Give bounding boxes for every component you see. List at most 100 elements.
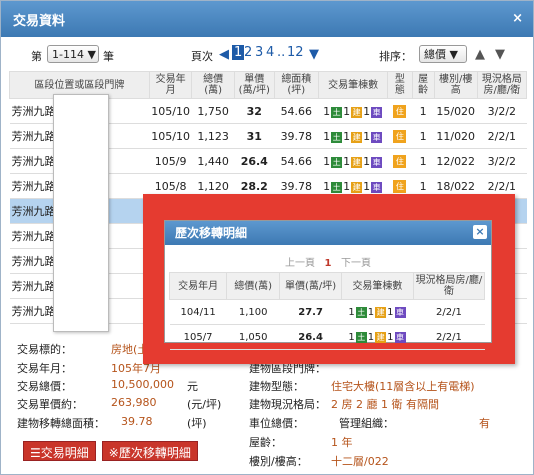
popup-table: 交易年月 總價(萬) 單價(萬/坪) 交易筆棟數 現況格局房/廳/衛 104/1… <box>168 272 486 350</box>
page-link-2[interactable]: 2 <box>244 45 252 60</box>
detail-org-label: 管理組織： <box>339 417 394 430</box>
popup-row: 105/7 1,050 26.4 1 土 1 建 1 車 2/2/1 <box>169 324 485 350</box>
window-title: 交易資料 <box>13 13 66 29</box>
build-count: 1 <box>343 179 351 193</box>
building-icon: 建 <box>351 156 363 168</box>
address-dropdown-list[interactable] <box>53 94 109 332</box>
transaction-detail-button[interactable]: ☰交易明細 <box>23 441 96 461</box>
col-header-counts[interactable]: 交易筆棟數 <box>317 71 389 99</box>
col-header-type[interactable]: 型態 <box>387 71 413 99</box>
cell-layout: 2/2/1 <box>477 123 527 149</box>
cell-counts: 1土1建1車 <box>318 148 388 174</box>
page-link-4[interactable]: 4 <box>266 45 274 60</box>
col-header-area[interactable]: 總面積(坪) <box>273 71 319 99</box>
car-icon: 車 <box>394 306 406 318</box>
building-icon: 建 <box>351 181 363 193</box>
page-label: 頁次 <box>191 50 213 63</box>
popup-next-link[interactable]: 下一頁 <box>341 258 371 269</box>
col-header-floor[interactable]: 樓別/樓高 <box>433 71 478 99</box>
cell-unit: 26.4 <box>234 148 275 174</box>
car-icon: 車 <box>371 181 383 193</box>
pager-bar: 第 1-114 ▼ 筆 頁次 ◀ 1 2 3 4 .. 12 ▼ 排序： 總價 … <box>1 45 534 65</box>
car-count: 1 <box>387 306 394 318</box>
close-icon[interactable]: × <box>512 11 523 26</box>
land-icon: 土 <box>331 156 343 168</box>
cell-date: 105/9 <box>149 148 192 174</box>
popup-cell-counts: 1土1建1車 <box>341 324 414 350</box>
detail-unit-label: 交易單價約： <box>17 398 83 411</box>
cell-floor: 12/022 <box>434 148 478 174</box>
range-prefix: 第 <box>31 50 42 63</box>
land-count: 1 <box>323 129 331 143</box>
cell-age: 1 <box>412 148 435 174</box>
page-link-3[interactable]: 3 <box>255 45 263 60</box>
car-icon: 車 <box>371 131 383 143</box>
popup-cell-layout: 2/2/1 <box>413 299 485 325</box>
col-header-total[interactable]: 總價(萬) <box>191 71 235 99</box>
build-count: 1 <box>343 129 351 143</box>
col-header-unit[interactable]: 單價(萬/坪) <box>233 71 275 99</box>
history-transfer-button[interactable]: ※歷次移轉明細 <box>101 441 198 461</box>
detail-unit-value: 263,980 <box>111 396 157 409</box>
cell-area: 39.78 <box>274 123 319 149</box>
sort-desc-icon[interactable]: ▼ <box>495 47 505 62</box>
car-icon: 車 <box>371 106 383 118</box>
car-count: 1 <box>363 129 371 143</box>
sort-label: 排序： <box>379 50 412 63</box>
detail-btype-value: 住宅大樓(11層含以上有電梯) <box>331 380 475 393</box>
col-header-layout[interactable]: 現況格局房/廳/衛 <box>476 71 528 99</box>
col-header-age[interactable]: 屋齡 <box>411 71 435 99</box>
popup-pager: 上一頁 1 下一頁 <box>165 254 491 269</box>
popup-cell-counts: 1土1建1車 <box>341 299 414 325</box>
detail-age-value: 1 年 <box>331 436 353 449</box>
car-count: 1 <box>363 154 371 168</box>
page-link-1[interactable]: 1 <box>232 45 245 60</box>
cell-layout: 3/2/2 <box>477 98 527 124</box>
cell-age: 1 <box>412 123 435 149</box>
detail-blayout-value: 2 房 2 廳 1 衛 有隔間 <box>331 398 439 411</box>
detail-area-label: 建物移轉總面積： <box>17 417 105 430</box>
page-link-12[interactable]: 12 <box>287 45 304 60</box>
popup-title: 歷次移轉明細 <box>175 226 248 240</box>
build-count: 1 <box>343 154 351 168</box>
prev-page-icon[interactable]: ◀ <box>219 47 229 62</box>
popup-close-icon[interactable]: × <box>473 225 487 239</box>
detail-total-label: 交易總價： <box>17 380 72 393</box>
range-select[interactable]: 1-114 ▼ <box>47 45 99 63</box>
cell-type: 住 <box>387 148 413 174</box>
popup-col-counts: 交易筆棟數 <box>341 272 414 300</box>
history-popup: 歷次移轉明細 × 上一頁 1 下一頁 交易年月 總價(萬) 單價(萬/坪) 交易… <box>164 220 492 350</box>
detail-date-label: 交易年月： <box>17 362 72 375</box>
land-icon: 土 <box>331 181 343 193</box>
popup-cell-total: 1,100 <box>226 299 280 325</box>
popup-col-unit: 單價(萬/坪) <box>279 272 342 300</box>
car-count: 1 <box>363 104 371 118</box>
land-icon: 土 <box>331 106 343 118</box>
popup-col-date: 交易年月 <box>168 272 228 300</box>
car-count: 1 <box>363 179 371 193</box>
next-page-icon[interactable]: ▼ <box>309 47 319 62</box>
residence-icon: 住 <box>393 105 407 118</box>
land-icon: 土 <box>355 331 367 343</box>
cell-counts: 1土1建1車 <box>318 123 388 149</box>
cell-unit: 32 <box>234 98 275 124</box>
cell-age: 1 <box>412 98 435 124</box>
land-count: 1 <box>323 104 331 118</box>
popup-cell-unit: 26.4 <box>279 324 342 350</box>
col-header-date[interactable]: 交易年月 <box>148 71 193 99</box>
detail-btype-label: 建物型態： <box>249 380 304 393</box>
window-titlebar: 交易資料 × <box>1 1 533 37</box>
build-count: 1 <box>343 104 351 118</box>
detail-unit-unit: (元/坪) <box>187 398 222 411</box>
range-suffix: 筆 <box>103 50 114 63</box>
car-icon: 車 <box>371 156 383 168</box>
popup-page-number: 1 <box>324 258 332 269</box>
popup-cell-date: 105/7 <box>169 324 227 350</box>
sort-select[interactable]: 總價 ▼ <box>419 45 467 63</box>
residence-icon: 住 <box>393 180 407 193</box>
sort-select-value: 總價 <box>424 48 446 61</box>
detail-park-label: 車位總價： <box>249 417 304 430</box>
sort-asc-icon[interactable]: ▲ <box>475 47 485 62</box>
popup-prev-link[interactable]: 上一頁 <box>285 258 315 269</box>
popup-col-total: 總價(萬) <box>226 272 281 300</box>
